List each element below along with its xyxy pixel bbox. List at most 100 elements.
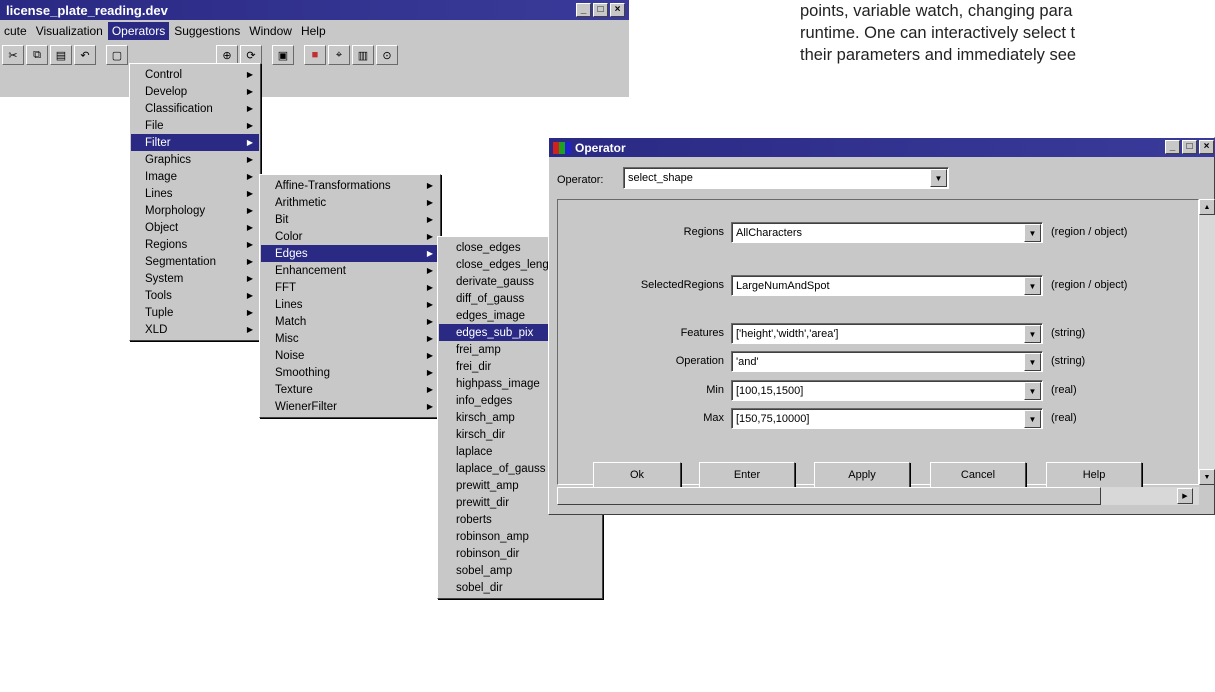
- filter-menu-item[interactable]: Misc ▶: [261, 330, 439, 347]
- operators-menu-item-label: Develop: [145, 85, 188, 98]
- scroll-up-icon[interactable]: ▲: [1199, 199, 1215, 215]
- chevron-down-icon[interactable]: ▼: [1024, 325, 1041, 343]
- operator-maximize-button[interactable]: □: [1182, 140, 1197, 154]
- image-icon[interactable]: ▣: [272, 45, 294, 65]
- operator-close-button[interactable]: ×: [1199, 140, 1214, 154]
- operators-menu-item[interactable]: Object ▶: [131, 219, 259, 236]
- param-input-operation[interactable]: 'and' ▼: [731, 351, 1043, 372]
- chevron-down-icon[interactable]: ▼: [1024, 224, 1041, 242]
- menu-visualization[interactable]: Visualization: [32, 22, 107, 40]
- param-input-max[interactable]: [150,75,10000] ▼: [731, 408, 1043, 429]
- submenu-arrow-icon: ▶: [426, 317, 433, 326]
- operators-menu-item[interactable]: Classification ▶: [131, 100, 259, 117]
- paste-icon[interactable]: ▤: [50, 45, 72, 65]
- operators-menu-item[interactable]: Graphics ▶: [131, 151, 259, 168]
- operators-menu-item[interactable]: System ▶: [131, 270, 259, 287]
- operator-minimize-button[interactable]: _: [1165, 140, 1180, 154]
- filter-menu-item[interactable]: Bit ▶: [261, 211, 439, 228]
- param-value-max: [150,75,10000]: [736, 412, 810, 425]
- operators-menu-item[interactable]: File ▶: [131, 117, 259, 134]
- edges-menu-item-label: close_edges: [456, 241, 521, 254]
- edges-menu-item-label: prewitt_dir: [456, 496, 510, 509]
- operator-select-value: select_shape: [628, 172, 693, 184]
- filter-menu-item[interactable]: Noise ▶: [261, 347, 439, 364]
- zoom-icon[interactable]: ⊙: [376, 45, 398, 65]
- filter-menu-item[interactable]: Smoothing ▶: [261, 364, 439, 381]
- filter-menu-item[interactable]: Enhancement ▶: [261, 262, 439, 279]
- chevron-down-icon[interactable]: ▼: [930, 169, 947, 187]
- filter-menu-item-label: Enhancement: [275, 264, 346, 277]
- minimize-button[interactable]: _: [576, 3, 591, 17]
- filter-menu-item[interactable]: Edges ▶: [261, 245, 439, 262]
- operators-menu-item[interactable]: XLD ▶: [131, 321, 259, 338]
- filter-menu-item[interactable]: Lines ▶: [261, 296, 439, 313]
- filter-menu-item[interactable]: Match ▶: [261, 313, 439, 330]
- operators-menu-item[interactable]: Morphology ▶: [131, 202, 259, 219]
- param-input-selectedregions[interactable]: LargeNumAndSpot ▼: [731, 275, 1043, 296]
- horizontal-scroll-thumb[interactable]: [557, 487, 1101, 505]
- filter-menu-item[interactable]: Color ▶: [261, 228, 439, 245]
- enter-button[interactable]: Enter: [699, 462, 795, 488]
- menu-operators[interactable]: Operators: [107, 22, 170, 40]
- filter-menu-item[interactable]: FFT ▶: [261, 279, 439, 296]
- submenu-arrow-icon: ▶: [426, 283, 433, 292]
- horizontal-scrollbar[interactable]: ▶: [557, 487, 1199, 505]
- operator-select[interactable]: select_shape ▼: [623, 167, 949, 189]
- main-title-bar[interactable]: license_plate_reading.dev _ □ ×: [0, 0, 629, 20]
- operators-menu-item[interactable]: Filter ▶: [131, 134, 259, 151]
- edges-menu-item[interactable]: sobel_amp: [439, 562, 601, 579]
- edges-menu-item[interactable]: robinson_amp: [439, 528, 601, 545]
- close-button[interactable]: ×: [610, 3, 625, 17]
- param-input-min[interactable]: [100,15,1500] ▼: [731, 380, 1043, 401]
- copy-icon[interactable]: ⧉: [26, 45, 48, 65]
- menu-help[interactable]: Help: [297, 22, 330, 40]
- operators-menu-item[interactable]: Develop ▶: [131, 83, 259, 100]
- operator-window-controls: _ □ ×: [1165, 140, 1214, 154]
- edges-menu-item[interactable]: sobel_dir: [439, 579, 601, 596]
- menu-execute[interactable]: cute: [0, 22, 31, 40]
- cancel-button[interactable]: Cancel: [930, 462, 1026, 488]
- edges-menu-item[interactable]: robinson_dir: [439, 545, 601, 562]
- operators-menu-item-label: Regions: [145, 238, 188, 251]
- scroll-down-icon[interactable]: ▼: [1199, 469, 1215, 485]
- param-input-features[interactable]: ['height','width','area'] ▼: [731, 323, 1043, 344]
- vertical-scrollbar[interactable]: ▲ ▼: [1199, 199, 1215, 485]
- chevron-down-icon[interactable]: ▼: [1024, 277, 1041, 295]
- maximize-button[interactable]: □: [593, 3, 608, 17]
- filter-menu-item[interactable]: Affine-Transformations ▶: [261, 177, 439, 194]
- operators-menu-item[interactable]: Image ▶: [131, 168, 259, 185]
- inspect-icon[interactable]: ⟳: [240, 45, 262, 65]
- chevron-down-icon[interactable]: ▼: [1024, 382, 1041, 400]
- operators-menu-item[interactable]: Segmentation ▶: [131, 253, 259, 270]
- ok-button[interactable]: Ok: [593, 462, 681, 488]
- operator-title-bar[interactable]: Operator _ □ ×: [549, 138, 1215, 157]
- operators-menu-item[interactable]: Tuple ▶: [131, 304, 259, 321]
- chevron-down-icon[interactable]: ▼: [1024, 353, 1041, 371]
- operators-menu-item[interactable]: Control ▶: [131, 66, 259, 83]
- histogram-icon[interactable]: ▥: [352, 45, 374, 65]
- filter-menu-item-label: Texture: [275, 383, 313, 396]
- operators-menu-item[interactable]: Lines ▶: [131, 185, 259, 202]
- operators-menu-item[interactable]: Regions ▶: [131, 236, 259, 253]
- param-input-regions[interactable]: AllCharacters ▼: [731, 222, 1043, 243]
- operators-menu-item-label: File: [145, 119, 164, 132]
- operator-dialog: Operator _ □ × Operator: select_shape ▼ …: [548, 137, 1215, 515]
- filter-menu-item[interactable]: WienerFilter ▶: [261, 398, 439, 415]
- menu-suggestions[interactable]: Suggestions: [170, 22, 244, 40]
- menu-window[interactable]: Window: [245, 22, 296, 40]
- palette-icon[interactable]: ■: [304, 45, 326, 65]
- crosshair-icon[interactable]: ⌖: [328, 45, 350, 65]
- undo-icon[interactable]: ↶: [74, 45, 96, 65]
- help-button[interactable]: Help: [1046, 462, 1142, 488]
- graph-icon[interactable]: ⊕: [216, 45, 238, 65]
- submenu-arrow-icon: ▶: [246, 172, 253, 181]
- chevron-down-icon[interactable]: ▼: [1024, 410, 1041, 428]
- open-icon[interactable]: ▢: [106, 45, 128, 65]
- apply-button[interactable]: Apply: [814, 462, 910, 488]
- scroll-right-icon[interactable]: ▶: [1177, 488, 1193, 504]
- cut-icon[interactable]: ✂: [2, 45, 24, 65]
- operators-menu-item-label: Classification: [145, 102, 213, 115]
- operators-menu-item[interactable]: Tools ▶: [131, 287, 259, 304]
- filter-menu-item[interactable]: Arithmetic ▶: [261, 194, 439, 211]
- filter-menu-item[interactable]: Texture ▶: [261, 381, 439, 398]
